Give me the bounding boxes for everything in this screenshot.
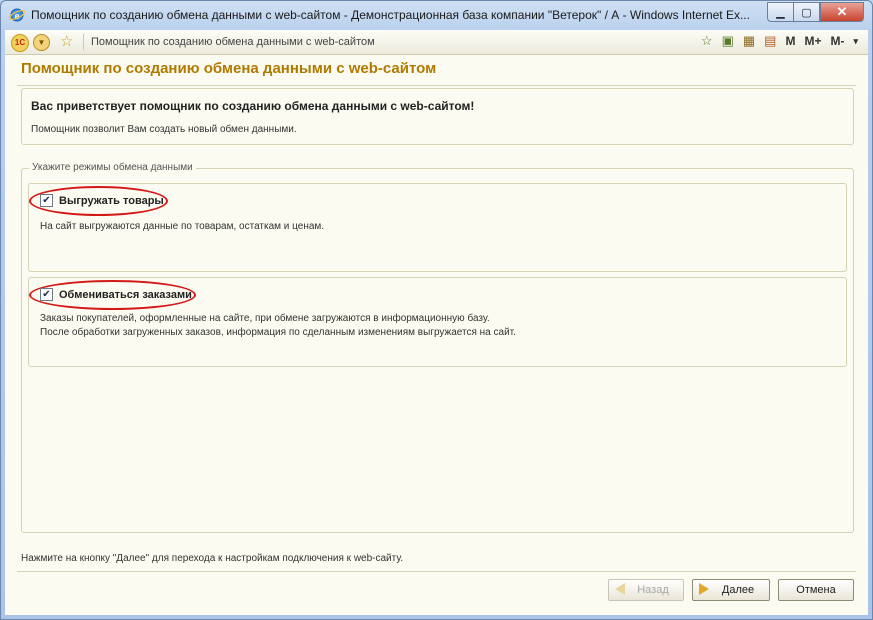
export-goods-panel: ✔ Выгружать товары На сайт выгружаются д… (28, 183, 847, 272)
description-line: На сайт выгружаются данные по товарам, о… (40, 221, 325, 232)
browser-window: e Помощник по созданию обмена данными с … (0, 0, 873, 620)
minimize-icon: ▁ (776, 6, 785, 19)
export-goods-description: На сайт выгружаются данные по товарам, о… (40, 220, 324, 234)
description-line: Заказы покупателей, оформленные на сайте… (40, 313, 490, 324)
exchange-orders-label[interactable]: Обмениваться заказами (59, 289, 192, 301)
next-button-label: Далее (721, 584, 755, 596)
internet-explorer-icon: e (9, 8, 25, 22)
toolbar: 1С ▼ ☆ Помощник по созданию обмена данны… (5, 30, 868, 55)
exchange-modes-label: Укажите режимы обмена данными (29, 162, 196, 173)
welcome-panel: Вас приветствует помощник по созданию об… (21, 88, 854, 145)
toolbar-dropdown-icon[interactable]: ▾ (853, 36, 858, 47)
maximize-button[interactable]: ▢ (793, 2, 820, 22)
cancel-button[interactable]: Отмена (778, 579, 854, 601)
exchange-orders-checkbox-row[interactable]: ✔ Обмениваться заказами (40, 288, 192, 301)
export-goods-checkbox-row[interactable]: ✔ Выгружать товары (40, 194, 164, 207)
arrow-left-icon (615, 583, 625, 595)
cancel-button-label: Отмена (796, 584, 836, 596)
main-menu-arrow-icon[interactable]: ▼ (33, 34, 50, 51)
title-bar[interactable]: e Помощник по созданию обмена данными с … (1, 1, 872, 29)
memory-minus-button[interactable]: M- (830, 34, 844, 48)
close-icon: ✕ (836, 4, 848, 19)
next-hint: Нажмите на кнопку "Далее" для перехода к… (21, 553, 404, 564)
welcome-heading: Вас приветствует помощник по созданию об… (31, 99, 475, 113)
minimize-button[interactable]: ▁ (767, 2, 793, 22)
toolbar-right-group: ☆ ▣ ▦ ▤ M M+ M- ▾ (701, 33, 858, 49)
title-divider (17, 85, 856, 86)
arrow-right-icon (699, 583, 709, 595)
close-button[interactable]: ✕ (820, 2, 864, 22)
back-button-label: Назад (637, 584, 669, 596)
calendar-icon[interactable]: ▤ (764, 33, 776, 49)
maximize-icon: ▢ (801, 6, 812, 19)
window-controls: ▁ ▢ ✕ (767, 2, 864, 22)
welcome-text: Помощник позволит Вам создать новый обме… (31, 124, 297, 135)
1c-logo-icon[interactable]: 1С (11, 34, 29, 52)
memory-button[interactable]: M (785, 34, 795, 48)
page-title: Помощник по созданию обмена данными с we… (21, 60, 437, 77)
next-button[interactable]: Далее (692, 579, 770, 601)
exchange-orders-description: Заказы покупателей, оформленные на сайте… (40, 312, 516, 340)
memory-plus-button[interactable]: M+ (804, 34, 821, 48)
description-line: После обработки загруженных заказов, инф… (40, 327, 516, 338)
add-favorite-icon[interactable]: ☆ (701, 33, 713, 49)
back-button[interactable]: Назад (608, 579, 684, 601)
exchange-orders-panel: ✔ Обмениваться заказами Заказы покупател… (28, 277, 847, 367)
window-title: Помощник по созданию обмена данными с we… (31, 8, 750, 22)
favorites-list-icon[interactable]: ▣ (722, 33, 734, 49)
exchange-modes-group: Укажите режимы обмена данными ✔ Выгружат… (21, 162, 854, 533)
export-goods-label[interactable]: Выгружать товары (59, 195, 164, 207)
wizard-form: Помощник по созданию обмена данными с we… (5, 55, 868, 615)
favorites-star-icon[interactable]: ☆ (60, 32, 73, 50)
toolbar-caption: Помощник по созданию обмена данными с we… (91, 36, 375, 48)
checkmark-icon: ✔ (42, 194, 51, 206)
calculator-icon[interactable]: ▦ (743, 33, 755, 49)
toolbar-separator (83, 34, 84, 50)
footer-divider (17, 571, 856, 572)
export-goods-checkbox[interactable]: ✔ (40, 194, 53, 207)
exchange-orders-checkbox[interactable]: ✔ (40, 288, 53, 301)
checkmark-icon: ✔ (42, 288, 51, 300)
